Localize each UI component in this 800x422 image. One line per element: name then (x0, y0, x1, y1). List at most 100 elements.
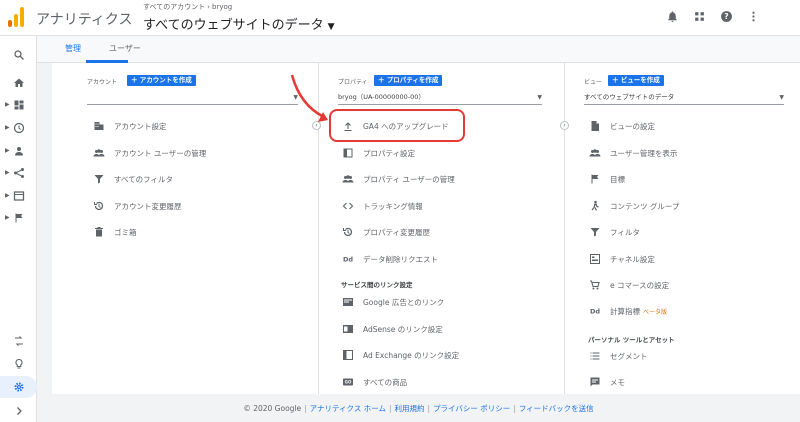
property-settings-item[interactable]: プロパティ設定 (341, 140, 415, 166)
notifications-icon[interactable] (666, 10, 679, 23)
account-user-management-item[interactable]: アカウント ユーザーの管理 (92, 140, 206, 166)
expand-arrow-icon: ▶ (5, 101, 10, 108)
ecommerce-settings-item[interactable]: e コマースの設定 (588, 272, 669, 298)
account-change-history-item[interactable]: アカウント変更履歴 (92, 193, 182, 219)
view-settings-item[interactable]: ビューの設定 (588, 113, 655, 139)
channel-icon (588, 252, 602, 266)
view-filters-item[interactable]: フィルタ (588, 219, 640, 245)
breadcrumb-parent[interactable]: すべてのアカウント (143, 3, 205, 11)
calculated-metrics-item[interactable]: Dd 計算指標 ベータ版 (588, 298, 667, 324)
tab-admin[interactable]: 管理 (65, 43, 81, 54)
note-icon (588, 375, 602, 389)
nav-behavior[interactable]: ▶ (0, 185, 37, 207)
account-settings-label: アカウント設定 (114, 121, 167, 131)
adsense-icon (341, 322, 355, 336)
cart-icon (588, 278, 602, 292)
adsense-link-item[interactable]: AdSense のリンク設定 (341, 316, 443, 342)
nav-conversions[interactable]: ▶ (0, 207, 37, 229)
account-selector[interactable]: ▼ (87, 91, 298, 105)
nav-acquisition[interactable]: ▶ (0, 162, 37, 184)
adsense-link-label: AdSense のリンク設定 (363, 324, 443, 334)
account-user-management-label: アカウント ユーザーの管理 (114, 148, 207, 158)
nav-admin[interactable] (0, 376, 37, 398)
filter-icon (92, 172, 106, 186)
footer-separator: | (427, 404, 431, 413)
account-settings-item[interactable]: アカウント設定 (92, 113, 167, 139)
nav-home[interactable] (0, 72, 37, 94)
view-selector[interactable]: すべてのウェブサイトのデータ ▼ (143, 14, 335, 33)
ga4-upgrade-highlight (329, 109, 465, 142)
create-view-label: ビューを作成 (620, 76, 660, 84)
view-user-management-item[interactable]: ユーザー管理を表示 (588, 140, 677, 166)
nav-attribution[interactable] (0, 330, 37, 352)
dropdown-arrow-icon: ▼ (779, 94, 784, 101)
svg-text:GO: GO (345, 380, 352, 385)
content-grouping-item[interactable]: コンテンツ グループ (588, 193, 679, 219)
create-property-button[interactable]: ＋ プロパティを作成 (374, 75, 443, 86)
person-icon (15, 147, 23, 156)
property-change-history-item[interactable]: プロパティ変更履歴 (341, 219, 430, 245)
nav-search[interactable] (0, 44, 37, 66)
all-products-item[interactable]: GO すべての商品 (341, 369, 407, 395)
account-column-label: アカウント (87, 79, 118, 86)
create-view-button[interactable]: ＋ ビューを作成 (608, 75, 664, 86)
collapse-button[interactable]: ‹ (560, 121, 569, 130)
goals-item[interactable]: 目標 (588, 166, 625, 192)
view-column-label: ビュー (584, 79, 603, 86)
breadcrumb[interactable]: すべてのアカウント › bryog (143, 2, 232, 12)
tracking-info-item[interactable]: トラッキング情報 (341, 193, 423, 219)
flag-icon (588, 172, 602, 186)
callout-arrow-icon (290, 74, 328, 122)
notes-item[interactable]: メモ (588, 369, 625, 395)
ad-exchange-link-item[interactable]: Ad Exchange のリンク設定 (341, 342, 459, 368)
trash-item[interactable]: ゴミ箱 (92, 219, 137, 245)
view-filters-label: フィルタ (610, 227, 640, 237)
analytics-logo-icon[interactable] (8, 7, 26, 27)
nav-expand[interactable] (0, 400, 37, 422)
notes-label: メモ (610, 377, 625, 387)
dashboard-icon (14, 100, 24, 110)
nav-customization[interactable]: ▶ (0, 94, 37, 116)
google-ads-link-item[interactable]: Google 広告とのリンク (341, 289, 444, 315)
tab-users[interactable]: ユーザー (109, 43, 141, 54)
more-vert-icon[interactable] (747, 10, 760, 23)
create-account-button[interactable]: ＋ アカウントを作成 (127, 75, 196, 86)
footer-link-terms[interactable]: 利用規約 (395, 404, 425, 413)
gear-icon (14, 382, 24, 392)
view-selector[interactable]: すべてのウェブサイトのデータ ▼ (584, 91, 784, 105)
admin-tabs: 管理 ユーザー (37, 36, 800, 63)
all-filters-item[interactable]: すべてのフィルタ (92, 166, 173, 192)
ads-icon (341, 295, 355, 309)
channel-settings-label: チャネル設定 (610, 254, 655, 264)
breadcrumb-child[interactable]: bryog (212, 3, 232, 11)
footer-link-privacy[interactable]: プライバシー ポリシー (433, 404, 510, 413)
channel-settings-item[interactable]: チャネル設定 (588, 246, 655, 272)
acquisition-icon (14, 168, 24, 178)
content-grouping-label: コンテンツ グループ (610, 201, 680, 211)
nav-audience[interactable]: ▶ (0, 140, 37, 162)
nav-discover[interactable] (0, 353, 37, 375)
footer-link-analytics-home[interactable]: アナリティクス ホーム (310, 404, 386, 413)
links-section-heading: サービス間のリンク設定 (341, 281, 413, 289)
tracking-info-label: トラッキング情報 (363, 201, 423, 211)
ad-exchange-link-label: Ad Exchange のリンク設定 (363, 350, 460, 360)
calculated-metrics-label: 計算指標 (610, 306, 640, 316)
help-icon[interactable]: ? (720, 10, 733, 23)
segments-item[interactable]: セグメント (588, 343, 648, 369)
property-user-management-item[interactable]: プロパティ ユーザーの管理 (341, 166, 455, 192)
expand-arrow-icon: ▶ (5, 124, 10, 131)
footer-separator: | (513, 404, 516, 413)
history-icon (92, 199, 106, 213)
data-deletion-item[interactable]: Dd データ削除リクエスト (341, 246, 438, 272)
home-icon (14, 78, 24, 87)
nav-realtime[interactable]: ▶ (0, 117, 37, 139)
apps-icon[interactable] (693, 10, 706, 23)
trash-label: ゴミ箱 (114, 227, 137, 237)
settings-square-icon (341, 146, 355, 160)
svg-text:?: ? (724, 12, 728, 21)
google-ads-link-label: Google 広告とのリンク (363, 297, 445, 307)
view-user-management-label: ユーザー管理を表示 (610, 148, 678, 158)
footer-link-feedback[interactable]: フィードバックを送信 (519, 404, 594, 413)
building-icon (92, 119, 106, 133)
property-selector[interactable]: bryog（UA-00000000-00） ▼ (338, 91, 542, 105)
